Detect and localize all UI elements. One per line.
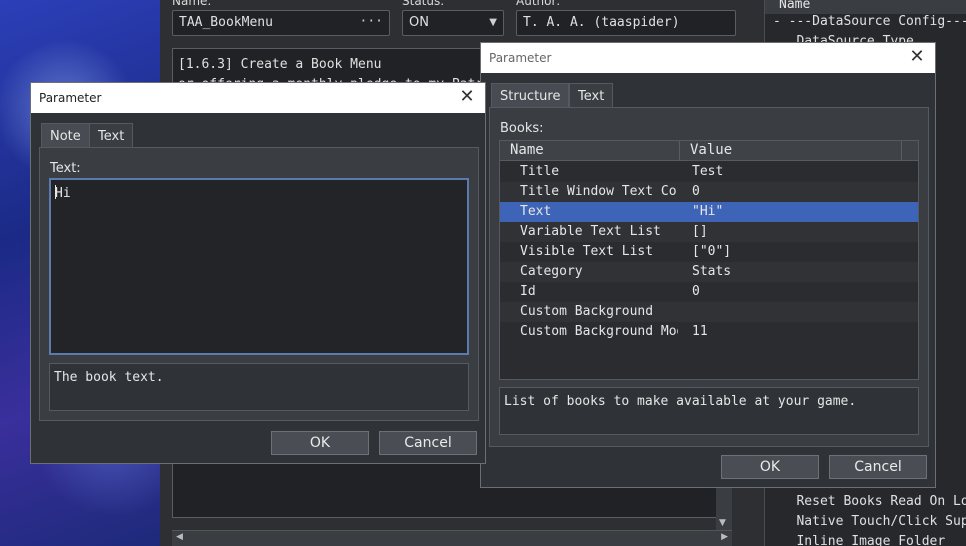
row-name: Variable Text List [520, 224, 661, 239]
scroll-down-icon: ▼ [719, 518, 726, 528]
cancel-button[interactable]: Cancel [379, 431, 477, 455]
row-name: Title Window Text Co··· [520, 184, 678, 199]
table-row[interactable]: Custom Background Mode 11 [500, 322, 918, 342]
text-input[interactable]: Hi [49, 178, 469, 355]
scroll-left-icon: ◀ [176, 532, 183, 542]
dialog-titlebar: Parameter ✕ [481, 43, 935, 73]
dialog-title: Parameter [489, 51, 552, 65]
text-field-label: Text: [50, 161, 81, 176]
column-name-header[interactable]: Name [500, 141, 680, 161]
status-label: Status: [402, 0, 445, 8]
row-name: Custom Background [520, 304, 654, 319]
parameter-list-item[interactable]: Reset Books Read On Load [765, 494, 966, 514]
tab-structure[interactable]: Structure [491, 83, 570, 108]
name-value: TAA_BookMenu [179, 15, 273, 30]
close-icon[interactable]: ✕ [907, 46, 927, 68]
table-row[interactable]: Visible Text List ["0"] [500, 242, 918, 262]
help-text-box: List of books to make available at your … [499, 387, 919, 435]
row-name: Id [520, 284, 536, 299]
table-row[interactable]: Id 0 [500, 282, 918, 302]
status-select[interactable]: ON ▼ [402, 10, 504, 36]
table-row[interactable]: Title Test [500, 162, 918, 182]
help-text-box: The book text. [49, 363, 469, 411]
table-row[interactable]: Title Window Text Co··· 0 [500, 182, 918, 202]
dialog-title: Parameter [39, 91, 102, 105]
dialog-titlebar: Parameter ✕ [31, 83, 485, 113]
row-value: 0 [692, 284, 700, 299]
parameter-list-item[interactable]: - ---DataSource Config--- [765, 14, 966, 34]
name-more-button[interactable]: ··· [360, 14, 383, 29]
row-value: Stats [692, 264, 732, 279]
status-value: ON [409, 15, 429, 30]
row-name: Custom Background Mode [520, 324, 678, 339]
name-field[interactable]: TAA_BookMenu ··· [172, 10, 390, 36]
scroll-right-icon: ▶ [721, 532, 728, 542]
table-row[interactable]: Variable Text List [] [500, 222, 918, 242]
table-row[interactable]: Custom Background [500, 302, 918, 322]
row-value: 11 [692, 324, 708, 339]
row-name: Text [520, 204, 552, 219]
parameter-dialog-structure: Parameter ✕ Structure Text Books: Name V… [480, 42, 936, 488]
tab-note[interactable]: Note [41, 123, 90, 148]
parameter-list-header: Name [765, 0, 966, 14]
row-name: Title [520, 164, 560, 179]
table-row[interactable]: Category Stats [500, 262, 918, 282]
chevron-down-icon: ▼ [489, 17, 497, 28]
row-name: Category [520, 264, 583, 279]
author-label: Author: [516, 0, 561, 8]
row-name: Visible Text List [520, 244, 654, 259]
tab-text[interactable]: Text [569, 83, 614, 108]
row-value: Test [692, 164, 724, 179]
parameter-dialog-text: Parameter ✕ Note Text Text: Hi The book … [30, 82, 486, 464]
parameter-list-item[interactable]: Native Touch/Click Supp··· [765, 514, 966, 534]
ok-button[interactable]: OK [721, 455, 819, 479]
row-value: "Hi" [692, 204, 724, 219]
books-label: Books: [500, 121, 544, 136]
row-value: 0 [692, 184, 700, 199]
table-row[interactable]: Text "Hi" [500, 202, 918, 222]
name-label: Name: [172, 0, 212, 8]
parameter-list-item[interactable]: Inline Image Folder [765, 534, 966, 546]
author-value: T. A. A. (taaspider) [523, 15, 680, 30]
books-grid[interactable]: Name Value Title Test Title Window Text Co… [499, 140, 919, 380]
cancel-button[interactable]: Cancel [829, 455, 927, 479]
column-value-header[interactable]: Value [680, 141, 902, 161]
row-value: ["0"] [692, 244, 732, 259]
ok-button[interactable]: OK [271, 431, 369, 455]
description-horizontal-scrollbar[interactable]: ◀ ▶ [172, 530, 732, 546]
grid-header: Name Value [500, 141, 918, 161]
author-field[interactable]: T. A. A. (taaspider) [516, 10, 736, 36]
tab-text[interactable]: Text [89, 123, 134, 148]
close-icon[interactable]: ✕ [457, 86, 477, 108]
text-value: Hi [55, 186, 71, 201]
row-value: [] [692, 224, 708, 239]
